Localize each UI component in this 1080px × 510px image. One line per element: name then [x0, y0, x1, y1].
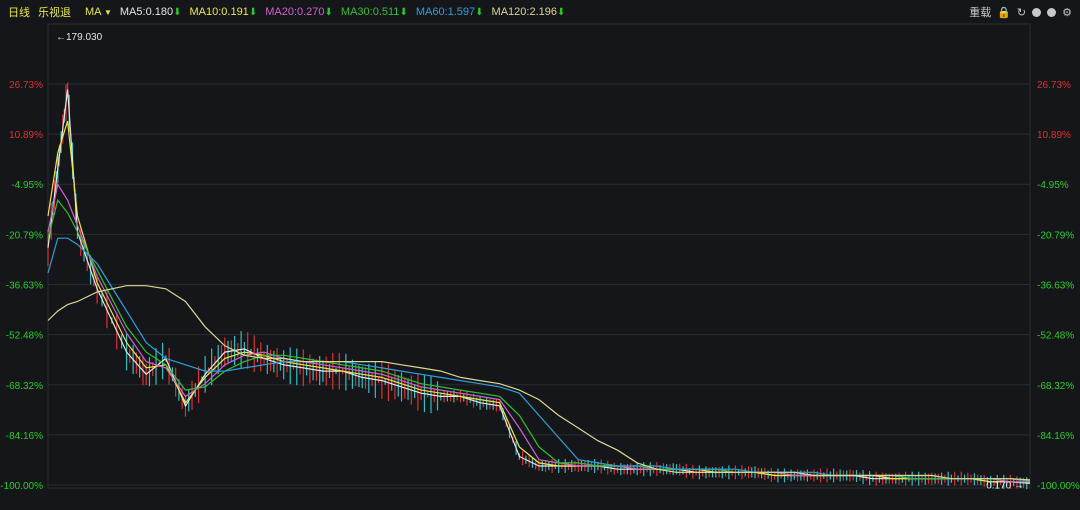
y-tick-label-right: -4.95% [1037, 180, 1069, 191]
y-tick-label-right: -84.16% [1037, 431, 1074, 442]
ma-line-ma20 [47, 182, 1030, 483]
ma-line-ma120 [47, 285, 1031, 481]
y-tick-label-right: -20.79% [1037, 230, 1074, 241]
y-tick-label-left: -36.63% [6, 280, 43, 291]
y-tick-label-left: -68.32% [6, 381, 43, 392]
high-price-annotation: ←179.030 [56, 32, 103, 43]
ma-line-ma5 [47, 89, 1031, 484]
y-tick-label-right: -68.32% [1037, 381, 1074, 392]
low-price-annotation: 0.170 → [986, 480, 1024, 491]
plot-frame [47, 23, 1031, 489]
ma-line-ma10 [47, 120, 1031, 484]
y-tick-label-left: -100.00% [0, 481, 43, 492]
price-chart[interactable]: 26.73% 26.73% 10.89% 10.89% -4.95% -4.95% -20.… [0, 0, 1080, 510]
y-tick-label-right: -52.48% [1037, 331, 1074, 342]
y-tick-label-right: 26.73% [1037, 80, 1071, 91]
ma-line-ma30 [47, 198, 1031, 482]
y-tick-label-left: -84.16% [6, 431, 43, 442]
y-tick-label-right: -100.00% [1037, 481, 1080, 492]
y-tick-label-right: 10.89% [1037, 130, 1071, 141]
y-tick-label-left: -20.79% [6, 230, 43, 241]
y-tick-label-left: 26.73% [9, 80, 43, 91]
y-tick-label-left: -52.48% [6, 331, 43, 342]
y-tick-label-left: 10.89% [9, 130, 43, 141]
y-tick-label-left: -4.95% [11, 180, 43, 191]
y-tick-label-right: -36.63% [1037, 280, 1074, 291]
ma-line-ma60 [47, 237, 1031, 482]
